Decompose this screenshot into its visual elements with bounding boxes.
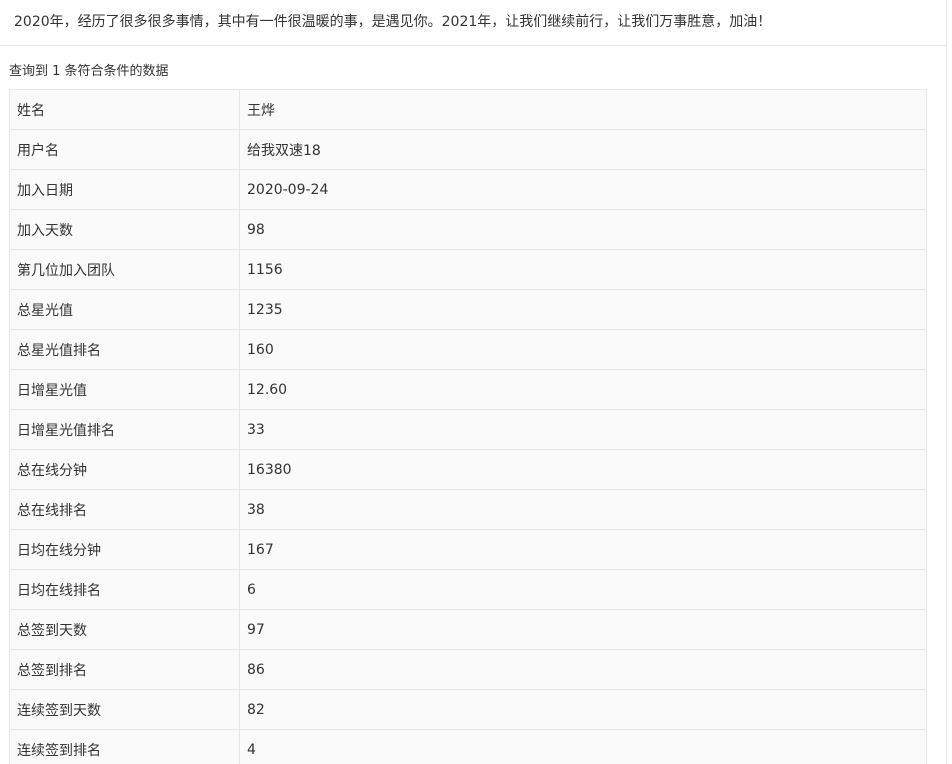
field-label: 总星光值 <box>9 289 240 330</box>
table-row: 用户名 给我双速18 <box>9 129 927 170</box>
field-label: 日增星光值排名 <box>9 409 240 450</box>
field-value: 33 <box>239 409 927 450</box>
table-row: 日增星光值排名 33 <box>9 409 927 450</box>
field-label: 日均在线分钟 <box>9 529 240 570</box>
field-label: 姓名 <box>9 89 240 130</box>
table-body: 姓名 王烨 用户名 给我双速18 加入日期 2020-09-24 加入天数 98 第几位加入团队… <box>9 89 927 764</box>
field-label: 总在线排名 <box>9 489 240 530</box>
result-count-text: 查询到 1 条符合条件的数据 <box>9 64 169 79</box>
scrollbar-divider <box>946 0 947 764</box>
user-stats-table: 姓名 王烨 用户名 给我双速18 加入日期 2020-09-24 加入天数 98 第几位加入团队… <box>9 89 927 764</box>
table-row: 日均在线分钟 167 <box>9 529 927 570</box>
field-label: 总签到天数 <box>9 609 240 650</box>
field-value: 2020-09-24 <box>239 169 927 210</box>
table-row: 总签到排名 86 <box>9 649 927 690</box>
field-label: 用户名 <box>9 129 240 170</box>
field-value: 1156 <box>239 249 927 290</box>
table-row: 加入天数 98 <box>9 209 927 250</box>
field-label: 日均在线排名 <box>9 569 240 610</box>
field-value: 16380 <box>239 449 927 490</box>
field-label: 总签到排名 <box>9 649 240 690</box>
field-value: 王烨 <box>239 89 927 130</box>
field-value: 167 <box>239 529 927 570</box>
table-row: 加入日期 2020-09-24 <box>9 169 927 210</box>
table-row: 连续签到天数 82 <box>9 689 927 730</box>
table-row: 总在线排名 38 <box>9 489 927 530</box>
announcement-banner: 2020年，经历了很多很多事情，其中有一件很温暖的事，是遇见你。2021年，让我… <box>0 0 947 46</box>
table-row: 姓名 王烨 <box>9 89 927 130</box>
field-value: 98 <box>239 209 927 250</box>
table-row: 第几位加入团队 1156 <box>9 249 927 290</box>
page: 2020年，经历了很多很多事情，其中有一件很温暖的事，是遇见你。2021年，让我… <box>0 0 952 764</box>
field-value: 97 <box>239 609 927 650</box>
field-label: 连续签到排名 <box>9 729 240 764</box>
field-label: 日增星光值 <box>9 369 240 410</box>
field-value: 86 <box>239 649 927 690</box>
field-value: 4 <box>239 729 927 764</box>
field-value: 82 <box>239 689 927 730</box>
field-value: 160 <box>239 329 927 370</box>
table-row: 总签到天数 97 <box>9 609 927 650</box>
table-row: 总在线分钟 16380 <box>9 449 927 490</box>
table-row: 总星光值排名 160 <box>9 329 927 370</box>
field-value: 12.60 <box>239 369 927 410</box>
field-value: 1235 <box>239 289 927 330</box>
field-label: 连续签到天数 <box>9 689 240 730</box>
field-label: 总星光值排名 <box>9 329 240 370</box>
field-value: 38 <box>239 489 927 530</box>
field-label: 第几位加入团队 <box>9 249 240 290</box>
field-label: 加入天数 <box>9 209 240 250</box>
table-row: 日增星光值 12.60 <box>9 369 927 410</box>
field-value: 给我双速18 <box>239 129 927 170</box>
table-row: 总星光值 1235 <box>9 289 927 330</box>
field-label: 加入日期 <box>9 169 240 210</box>
announcement-text: 2020年，经历了很多很多事情，其中有一件很温暖的事，是遇见你。2021年，让我… <box>14 14 772 30</box>
table-row: 连续签到排名 4 <box>9 729 927 764</box>
table-row: 日均在线排名 6 <box>9 569 927 610</box>
field-label: 总在线分钟 <box>9 449 240 490</box>
field-value: 6 <box>239 569 927 610</box>
